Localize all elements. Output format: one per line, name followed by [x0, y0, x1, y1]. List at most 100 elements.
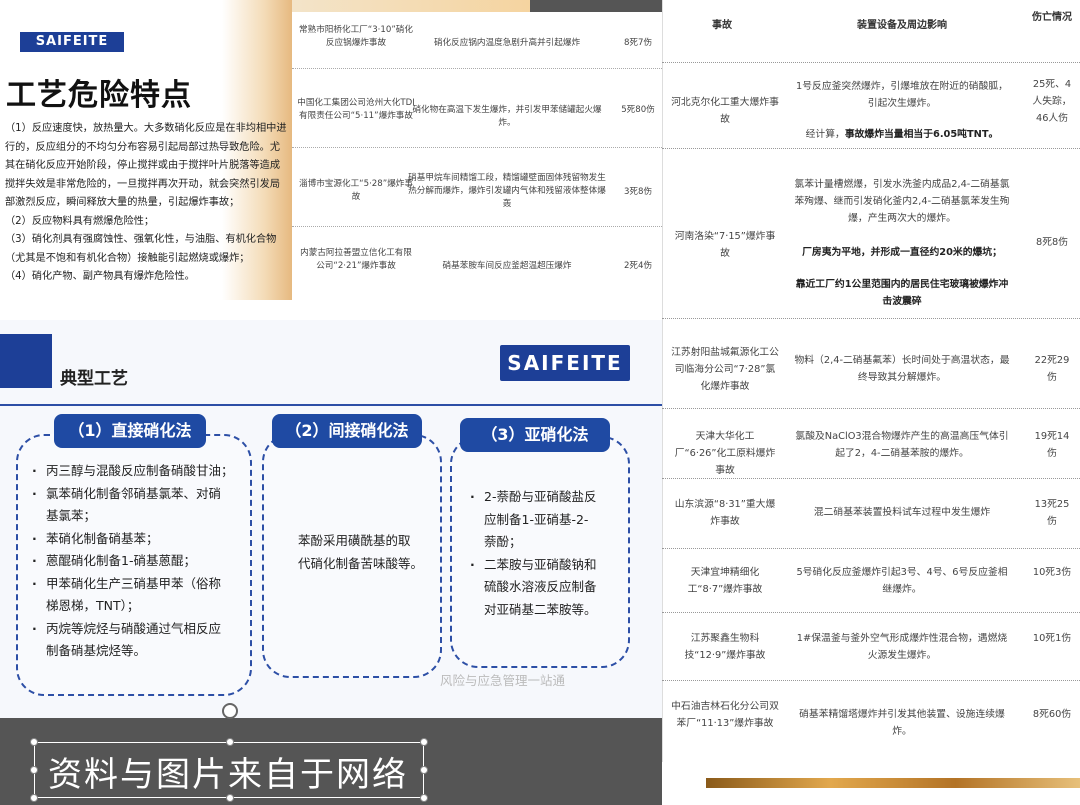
resize-handle[interactable]: [30, 738, 38, 746]
decor-bar: [530, 0, 662, 12]
casualty: 8死60伤: [1032, 709, 1072, 720]
decor-strip: [706, 778, 1080, 788]
hazard-point-1: （1）反应速度快，放热量大。大多数硝化反应是在非均相中进行的，反应组分的不均匀分…: [5, 123, 287, 208]
casualty: 13死25伤: [1034, 499, 1070, 527]
accent-tab: [0, 334, 52, 388]
row-divider: [292, 68, 662, 69]
list-item: 甲苯硝化生产三硝基甲苯（俗称: [30, 573, 246, 596]
accident-impact: 氯酸及NaClO3混合物爆炸产生的高温高压气体引起了2，4-二硝基苯胺的爆炸。: [795, 431, 1009, 459]
resize-handle[interactable]: [226, 738, 234, 746]
watermark: 风险与应急管理一站通: [440, 673, 566, 688]
row-divider: [662, 408, 1080, 409]
accident-impact: 物料（2,4-二硝基氟苯）长时间处于高温状态，最终导致其分解爆炸。: [794, 355, 1010, 383]
row-divider: [662, 680, 1080, 681]
list-item-cont: 基氯苯；: [46, 508, 97, 523]
hazard-slide: SAIFEITE 工艺危险特点 （1）反应速度快，放热量大。大多数硝化反应是在非…: [0, 0, 292, 300]
process-headline: 典型工艺: [60, 369, 128, 389]
list-item-cont: 应制备1-亚硝基-2-: [484, 511, 589, 527]
list-item-cont: 制备硝基烷烃等。: [46, 643, 147, 658]
list-item-cont: 梯恩梯，TNT）；: [46, 598, 140, 613]
list-item: 丙三醇与混酸反应制备硝酸甘油；: [30, 460, 246, 483]
accident-name: 淄博市宝源化工“5·28”爆炸事故: [299, 179, 413, 202]
accident-name: 江苏聚鑫生物科技“12·9”爆炸事故: [684, 633, 766, 661]
item-text: 蒽醌硝化制备1-硝基蒽醌；: [46, 553, 196, 568]
accident-name: 中石油吉林石化分公司双苯厂“11·13”爆炸事故: [671, 701, 779, 729]
accident-impact: 氯苯计量槽燃爆，引发水洗釜内成品2,4-二硝基氯苯殉爆、继而引发硝化釜内2,4-…: [794, 179, 1010, 224]
item-text: 丙三醇与混酸反应制备硝酸甘油；: [46, 463, 234, 478]
accident-name: 山东滨源“8·31”重大爆炸事故: [674, 499, 776, 527]
list-item: 2-萘酚与亚硝酸盐反: [468, 486, 628, 509]
accident-table-b: 事故 装置设备及周边影响 伤亡情况 河北克尔化工重大爆炸事故 1号反应釜突然爆炸…: [662, 0, 1080, 762]
casualty: 19死14伤: [1034, 431, 1070, 459]
indirect-nitration-title: （2）间接硝化法: [272, 414, 422, 448]
impact-emphasis: 靠近工厂约1公里范围内的居民住宅玻璃被爆炸冲击波震碎: [795, 279, 1009, 307]
accident-impact: 硝基苯精馏塔爆炸并引发其他装置、设施连续爆炸。: [799, 709, 1005, 737]
accident-name: 常熟市阳桥化工厂“3·10”硝化反应锅爆炸事故: [299, 25, 413, 48]
casualty: 2死4伤: [623, 261, 653, 271]
accident-cause: 硝基苯胺车间反应釜超温超压爆炸: [442, 261, 572, 271]
accident-impact-emphasis: 靠近工厂约1公里范围内的居民住宅玻璃被爆炸冲击波震碎: [792, 276, 1012, 310]
impact-emphasis: 厂房夷为平地，并形成一直径约20米的爆坑；: [802, 247, 1002, 258]
casualty: 3死8伤: [623, 187, 653, 197]
casualty: 10死1伤: [1032, 633, 1072, 644]
accident-cause: 硝化反应锅内温度急剧升高并引起爆炸: [433, 38, 581, 48]
hazard-point-3: （3）硝化剂具有强腐蚀性、强氧化性，与油脂、有机化合物（尤其是不饱和有机化合物）…: [5, 234, 277, 264]
casualty: 22死29伤: [1034, 355, 1070, 383]
list-item-cont: 萘酚；: [484, 534, 522, 549]
hazard-point-2: （2）反应物料具有燃爆危险性；: [5, 215, 155, 227]
accident-impact: 混二硝基苯装置投料试车过程中发生爆炸: [813, 507, 991, 518]
process-slide: 典型工艺 SAIFEITE （1）直接硝化法 丙三醇与混酸反应制备硝酸甘油； 氯…: [0, 320, 662, 720]
accident-name: 江苏射阳盐城氟源化工公司临海分公司“7·28”氯化爆炸事故: [671, 347, 779, 392]
hazard-paragraphs: （1）反应速度快，放热量大。大多数硝化反应是在非均相中进行的，反应组分的不均匀分…: [5, 120, 287, 287]
accident-name: 天津宜坤精细化工“8·7”爆炸事故: [687, 567, 763, 595]
casualty: 25死、4人失踪，46人伤: [1032, 79, 1072, 124]
direct-nitration-title: （1）直接硝化法: [54, 414, 206, 448]
accident-impact: 5号硝化反应釜爆炸引起3号、4号、6号反应釜相继爆炸。: [796, 567, 1008, 595]
resize-handle[interactable]: [420, 794, 428, 802]
list-item: 蒽醌硝化制备1-硝基蒽醌；: [30, 550, 246, 573]
accident-name: 天津大华化工厂“6·26”化工原料爆炸事故: [674, 431, 776, 476]
resize-handle[interactable]: [30, 794, 38, 802]
accident-impact-emphasis: 厂房夷为平地，并形成一直径约20米的爆坑；: [792, 244, 1012, 261]
row-divider: [292, 226, 662, 227]
row-divider: [662, 62, 1080, 63]
saifeite-logo: SAIFEITE: [500, 345, 630, 381]
resize-handle[interactable]: [420, 738, 428, 746]
accident-name: 中国化工集团公司沧州大化TDI有限责任公司“5·11”爆炸事故: [297, 98, 415, 121]
row-divider: [662, 548, 1080, 549]
accident-cause: 硝化物在高温下发生爆炸，并引发甲苯储罐起火爆炸。: [412, 105, 602, 128]
nitrosation-list: 2-萘酚与亚硝酸盐反 应制备1-亚硝基-2- 萘酚； 二苯胺与亚硝酸钠和 硫酸水…: [468, 486, 628, 621]
accident-name: 内蒙古阿拉善盟立信化工有限公司“2·21”爆炸事故: [300, 248, 412, 271]
list-item-cont: 硫酸水溶液反应制备: [484, 579, 597, 594]
row-divider: [662, 318, 1080, 319]
resize-handle[interactable]: [30, 766, 38, 774]
list-item: 苯酚采用磺酰基的取: [298, 533, 411, 548]
header-casualty: 伤亡情况: [1032, 12, 1072, 23]
hazard-point-4: （4）硝化产物、副产物具有爆炸危险性。: [5, 271, 195, 282]
accident-cause: 硝基甲烷车间精馏工段，精馏罐壁面固体残留物发生热分解而爆炸，爆炸引发罐内气体和残…: [408, 173, 606, 209]
rotate-handle-icon[interactable]: [222, 703, 238, 719]
nitrosation-title: （3）亚硝化法: [460, 418, 610, 452]
accident-name: 河南洛染“7·15”爆炸事故: [674, 231, 776, 259]
decor-strip: [292, 0, 530, 12]
resize-handle[interactable]: [420, 766, 428, 774]
indirect-nitration-list: 苯酚采用磺酰基的取 代硝化制备苦味酸等。: [282, 530, 442, 575]
impact-emphasis: 事故爆炸当量相当于6.05吨TNT。: [844, 129, 999, 140]
header-impact: 装置设备及周边影响: [857, 20, 947, 31]
row-divider: [292, 147, 662, 148]
impact-text: 经计算，: [805, 129, 845, 140]
accident-impact: 1#保温釜与釜外空气形成爆炸性混合物，遇燃烧火源发生爆炸。: [796, 633, 1008, 661]
saifeite-logo: SAIFEITE: [20, 32, 124, 52]
list-item: 氯苯硝化制备邻硝基氯苯、对硝: [30, 483, 246, 506]
casualty: 5死80伤: [621, 105, 655, 115]
list-item: 丙烷等烷烃与硝酸通过气相反应: [30, 618, 246, 641]
accident-table-a: 常熟市阳桥化工厂“3·10”硝化反应锅爆炸事故 硝化反应锅内温度急剧升高并引起爆…: [292, 0, 662, 296]
resize-handle[interactable]: [226, 794, 234, 802]
accident-impact: 1号反应釜突然爆炸，引爆堆放在附近的硝酸胍，引起次生爆炸。: [796, 81, 1008, 109]
row-divider: [662, 478, 1080, 479]
row-divider: [662, 148, 1080, 149]
accident-impact-calc: 经计算，事故爆炸当量相当于6.05吨TNT。: [792, 126, 1012, 143]
row-divider: [662, 612, 1080, 613]
item-text: 苯硝化制备硝基苯；: [46, 530, 159, 546]
header-rule: [0, 404, 662, 406]
